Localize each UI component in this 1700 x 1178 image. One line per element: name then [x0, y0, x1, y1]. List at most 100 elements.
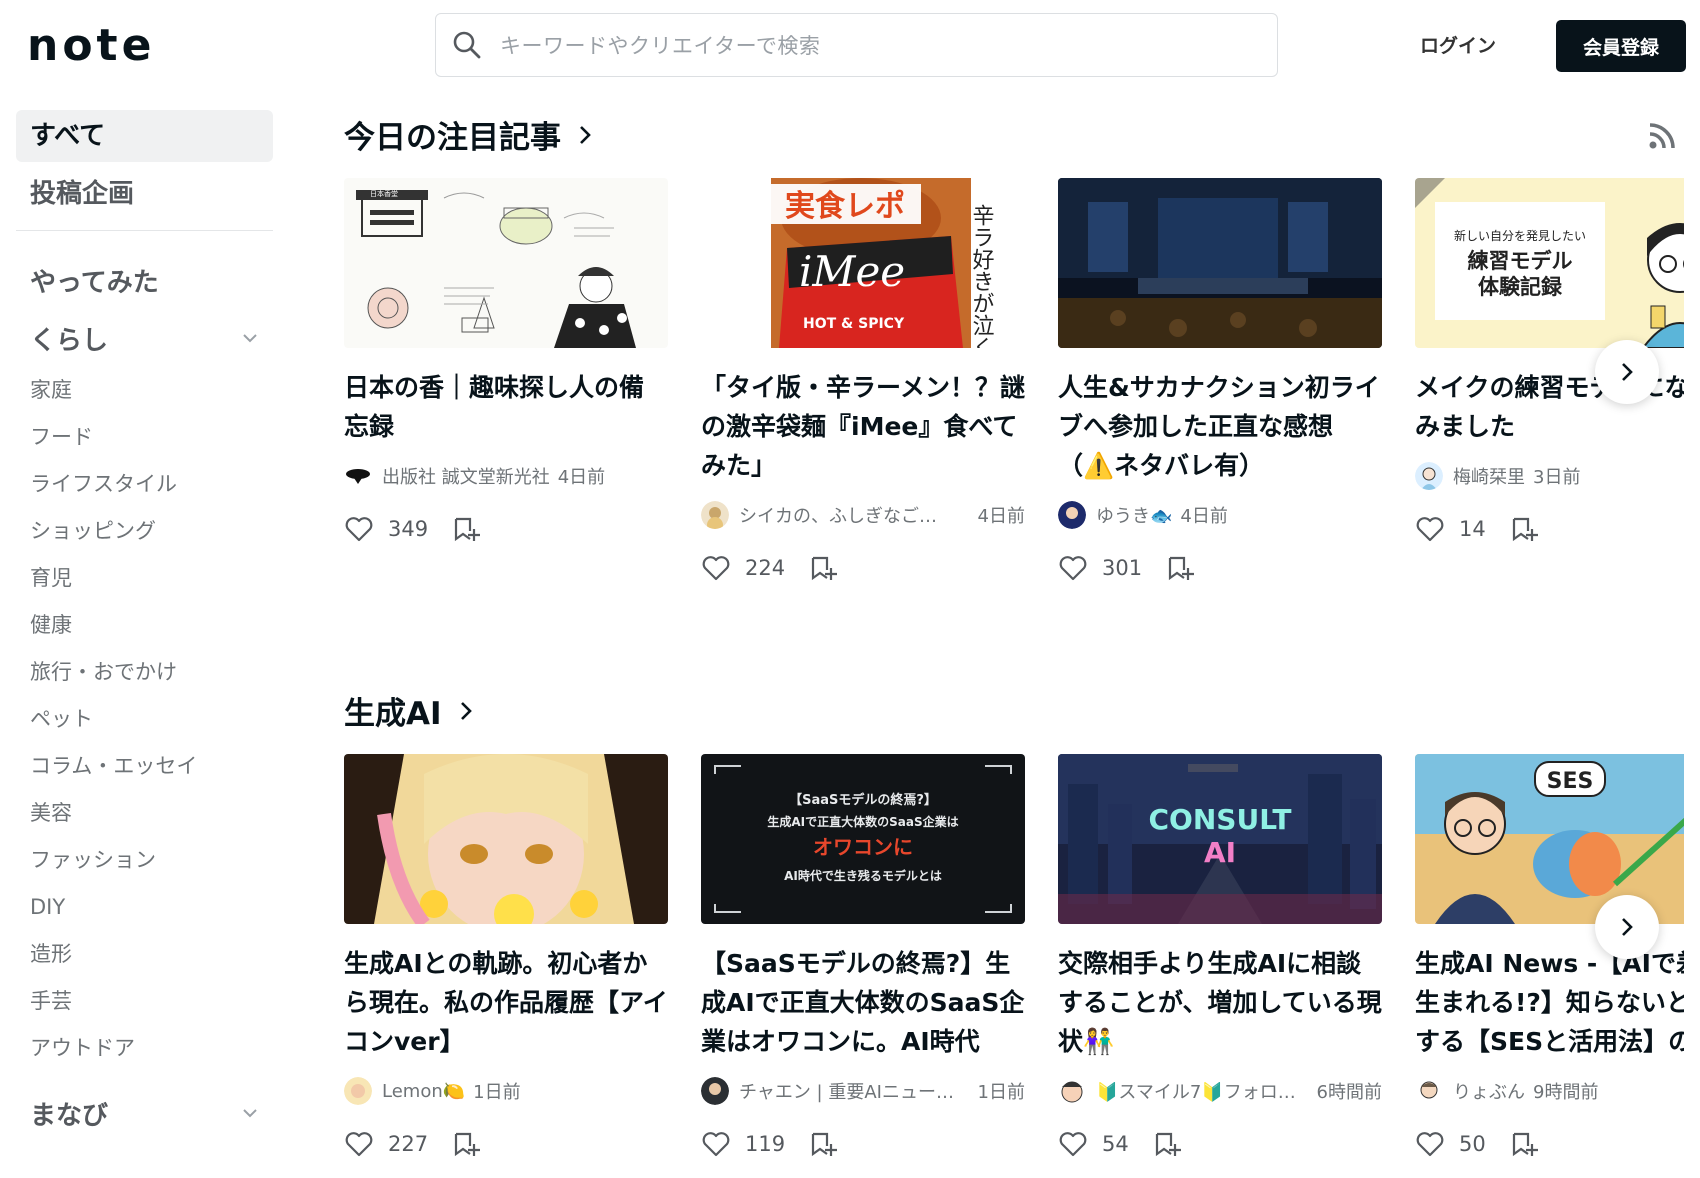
author-name[interactable]: 🔰スマイル7🔰フォロ…	[1096, 1078, 1296, 1104]
add-to-magazine-icon[interactable]	[1166, 554, 1196, 582]
heart-icon[interactable]	[701, 1130, 731, 1158]
post-time: 4日前	[977, 506, 1025, 527]
author-avatar[interactable]	[1058, 1077, 1086, 1105]
author-name[interactable]: チャエン | 重要AIニュー…	[739, 1078, 954, 1104]
carousel-next-button[interactable]	[1595, 895, 1659, 959]
article-card[interactable]: 実食レポ iMee HOT & SPICY 辛ラ好きが泣く 「タイ版・辛ラーメン…	[701, 178, 1025, 583]
sidebar-item-kurashi-0[interactable]: 家庭	[16, 367, 273, 414]
sidebar-item-kurashi-11[interactable]: DIY	[16, 884, 273, 931]
sidebar-item-kurashi-13[interactable]: 手芸	[16, 978, 273, 1025]
author-avatar[interactable]	[1415, 462, 1443, 490]
author-avatar[interactable]	[701, 501, 729, 529]
article-title[interactable]: 人生&サカナクション初ライブへ参加した正直な感想（⚠️ネタバレ有）	[1058, 368, 1382, 485]
article-card[interactable]: CONSULT AI 交際相手より生成AIに相談することが、増加している現状👫 …	[1058, 754, 1382, 1159]
banner-saas-end: 【SaaSモデルの終焉?】 生成AIで正直大体数のSaaS企業は オワコンに A…	[701, 754, 1025, 924]
article-card[interactable]: 【SaaSモデルの終焉?】 生成AIで正直大体数のSaaS企業は オワコンに A…	[701, 754, 1025, 1159]
author-name[interactable]: シイカの、ふしぎなご…	[739, 502, 937, 528]
author-avatar[interactable]	[701, 1077, 729, 1105]
sidebar-item-kurashi-3[interactable]: ショッピング	[16, 508, 273, 555]
article-title[interactable]: 日本の香｜趣味探し人の備忘録	[344, 368, 668, 446]
sidebar-item-kurashi-2[interactable]: ライフスタイル	[16, 461, 273, 508]
sidebar-item-kurashi-4[interactable]: 育児	[16, 555, 273, 602]
svg-text:生成AIで正直大体数のSaaS企業は: 生成AIで正直大体数のSaaS企業は	[767, 814, 958, 829]
login-link[interactable]: ログイン	[1420, 30, 1496, 62]
sidebar-section-manabi[interactable]: まなび	[16, 1084, 273, 1142]
svg-text:体験記録: 体験記録	[1478, 275, 1563, 299]
sidebar-item-kurashi-7[interactable]: ペット	[16, 696, 273, 743]
author-name[interactable]: ゆうき🐟	[1096, 502, 1172, 528]
author-avatar[interactable]	[1058, 501, 1086, 529]
section-title-text: 生成AI	[344, 696, 442, 732]
like-count: 227	[388, 1132, 429, 1156]
note-logo[interactable]: note	[27, 24, 189, 66]
sidebar-item-kurashi-5[interactable]: 健康	[16, 602, 273, 649]
carousel-next-button[interactable]	[1595, 340, 1659, 404]
illustration-incense: 日本香堂	[344, 178, 668, 348]
heart-icon[interactable]	[1058, 554, 1088, 582]
heart-icon[interactable]	[701, 554, 731, 582]
section-title-featured[interactable]: 今日の注目記事	[344, 112, 593, 157]
post-time: 1日前	[473, 1082, 521, 1103]
author-name[interactable]: 梅崎栞里	[1453, 463, 1525, 489]
heart-icon[interactable]	[344, 1130, 374, 1158]
article-title[interactable]: 生成AIとの軌跡。初心者から現在。私の作品履歴【アイコンver】	[344, 944, 668, 1061]
author-name[interactable]: りょぶん	[1453, 1078, 1525, 1104]
search-box[interactable]: キーワードやクリエイターで検索	[435, 13, 1278, 77]
article-stats: 54	[1058, 1129, 1382, 1159]
post-time: 3日前	[1533, 467, 1581, 488]
sidebar-item-contests[interactable]: 投稿企画	[16, 168, 273, 220]
add-to-magazine-icon[interactable]	[1510, 1130, 1540, 1158]
author-name[interactable]: 出版社 誠文堂新光社	[382, 463, 550, 489]
article-title[interactable]: 「タイ版・辛ラーメン！？謎の激辛袋麺『iMee』食べてみた」	[701, 368, 1025, 485]
like-count: 54	[1102, 1132, 1129, 1156]
heart-icon[interactable]	[1058, 1130, 1088, 1158]
svg-text:【SaaSモデルの終焉?】: 【SaaSモデルの終焉?】	[789, 792, 937, 808]
rss-icon[interactable]	[1648, 122, 1676, 150]
sidebar-section-kurashi[interactable]: くらし	[16, 309, 273, 367]
search-placeholder: キーワードやクリエイターで検索	[500, 34, 821, 58]
svg-text:HOT & SPICY: HOT & SPICY	[803, 316, 905, 332]
section-title-generative-ai[interactable]: 生成AI	[344, 688, 474, 733]
article-card[interactable]: SES 生成AI News -【AIで差が生まれる!?】知らないと損する【SES…	[1415, 754, 1684, 1159]
heart-icon[interactable]	[1415, 515, 1445, 543]
heart-icon[interactable]	[344, 515, 374, 543]
heart-icon[interactable]	[1415, 1130, 1445, 1158]
sidebar-item-kurashi-12[interactable]: 造形	[16, 931, 273, 978]
author-avatar[interactable]	[1415, 1077, 1443, 1105]
sidebar-item-kurashi-8[interactable]: コラム・エッセイ	[16, 743, 273, 790]
add-to-magazine-icon[interactable]	[452, 515, 482, 543]
sidebar-section-yattemita[interactable]: やってみた	[16, 251, 273, 309]
sidebar-item-kurashi-9[interactable]: 美容	[16, 790, 273, 837]
add-to-magazine-icon[interactable]	[809, 1130, 839, 1158]
article-card[interactable]: 日本香堂 日本の香｜趣味探し人の備忘録 出版社 誠文堂新光社 4日前 349	[344, 178, 668, 544]
sidebar-item-kurashi-1[interactable]: フード	[16, 414, 273, 461]
sidebar-item-kurashi-10[interactable]: ファッション	[16, 837, 273, 884]
article-meta: 🔰スマイル7🔰フォロ… 6時間前	[1058, 1077, 1382, 1105]
sidebar-item-kurashi-6[interactable]: 旅行・おでかけ	[16, 649, 273, 696]
signup-button[interactable]: 会員登録	[1556, 20, 1686, 72]
post-time: 4日前	[1180, 506, 1228, 527]
add-to-magazine-icon[interactable]	[1510, 515, 1540, 543]
chevron-right-icon	[460, 701, 472, 720]
sidebar-item-all[interactable]: すべて	[16, 110, 273, 162]
author-avatar[interactable]	[344, 462, 372, 490]
featured-card-row: 日本香堂 日本の香｜趣味探し人の備忘録 出版社 誠文堂新光社 4日前 349 実…	[344, 178, 1684, 638]
author-avatar[interactable]	[344, 1077, 372, 1105]
illustration-makeup-model: 新しい自分を発見したい 練習モデル 体験記録	[1415, 178, 1684, 348]
article-card[interactable]: 人生&サカナクション初ライブへ参加した正直な感想（⚠️ネタバレ有） ゆうき🐟 4…	[1058, 178, 1382, 583]
illustration-ses-brain: SES	[1415, 754, 1684, 924]
article-title[interactable]: 生成AI News -【AIで差が生まれる!?】知らないと損する【SESと活用法…	[1415, 944, 1684, 1061]
post-time: 9時間前	[1533, 1082, 1599, 1103]
chevron-down-icon	[243, 1109, 257, 1118]
article-title[interactable]: 【SaaSモデルの終焉?】生成AIで正直大体数のSaaS企業はオワコンに。AI時…	[701, 944, 1025, 1061]
like-count: 119	[745, 1132, 786, 1156]
author-name[interactable]: Lemon🍋	[382, 1081, 465, 1102]
add-to-magazine-icon[interactable]	[809, 554, 839, 582]
chevron-right-icon	[1622, 918, 1633, 936]
add-to-magazine-icon[interactable]	[452, 1130, 482, 1158]
article-stats: 14	[1415, 514, 1684, 544]
sidebar-item-kurashi-14[interactable]: アウトドア	[16, 1025, 273, 1072]
article-title[interactable]: 交際相手より生成AIに相談することが、増加している現状👫	[1058, 944, 1382, 1061]
add-to-magazine-icon[interactable]	[1153, 1130, 1183, 1158]
article-card[interactable]: 生成AIとの軌跡。初心者から現在。私の作品履歴【アイコンver】 Lemon🍋 …	[344, 754, 668, 1159]
